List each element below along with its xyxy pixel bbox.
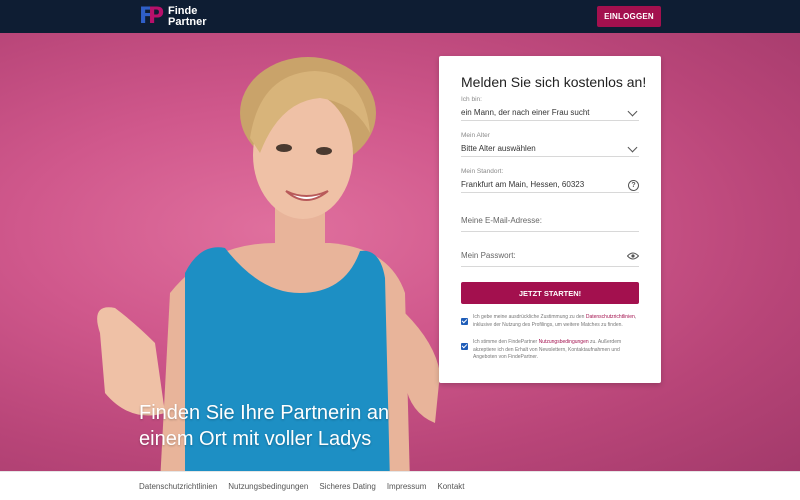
seeking-value: ein Mann, der nach einer Frau sucht bbox=[461, 108, 590, 117]
help-circle-icon[interactable]: ? bbox=[628, 179, 639, 191]
site-header: F P Finde Partner EINLOGGEN bbox=[0, 0, 800, 33]
privacy-checkbox[interactable] bbox=[461, 318, 468, 325]
hero-section: Finden Sie Ihre Partnerin an einem Ort m… bbox=[0, 33, 800, 471]
footer-link-safe-dating[interactable]: Sicheres Dating bbox=[319, 482, 375, 491]
footer-link-privacy[interactable]: Datenschutzrichtlinien bbox=[139, 482, 217, 491]
footer-link-imprint[interactable]: Impressum bbox=[387, 482, 427, 491]
login-button[interactable]: EINLOGGEN bbox=[597, 6, 661, 27]
location-field[interactable]: Mein Standort: Frankfurt am Main, Hessen… bbox=[461, 168, 639, 193]
email-placeholder: Meine E-Mail-Adresse: bbox=[461, 216, 542, 225]
site-footer: Datenschutzrichtlinien Nutzungsbedingung… bbox=[0, 471, 800, 500]
logo-line1: Finde bbox=[168, 4, 198, 17]
password-field[interactable]: Mein Passwort: bbox=[461, 246, 639, 267]
hero-headline: Finden Sie Ihre Partnerin an einem Ort m… bbox=[139, 402, 390, 450]
start-button[interactable]: JETZT STARTEN! bbox=[461, 282, 639, 304]
chevron-down-icon bbox=[627, 106, 638, 116]
footer-link-terms[interactable]: Nutzungsbedingungen bbox=[228, 482, 308, 491]
age-select[interactable]: Mein Alter Bitte Alter auswählen bbox=[461, 132, 639, 157]
logo-mark-icon: F P bbox=[139, 4, 165, 29]
signup-form: Melden Sie sich kostenlos an! Ich bin: e… bbox=[439, 56, 661, 383]
terms-checkbox[interactable] bbox=[461, 343, 468, 350]
eye-icon[interactable] bbox=[627, 252, 639, 260]
email-field[interactable]: Meine E-Mail-Adresse: bbox=[461, 211, 639, 232]
age-value: Bitte Alter auswählen bbox=[461, 144, 536, 153]
password-placeholder: Mein Passwort: bbox=[461, 251, 516, 260]
logo-text: Finde Partner bbox=[168, 4, 207, 28]
age-label: Mein Alter bbox=[461, 132, 490, 139]
terms-link[interactable]: Nutzungsbedingungen bbox=[539, 339, 589, 345]
logo-line2: Partner bbox=[168, 15, 207, 28]
privacy-link[interactable]: Datenschutzrichtlinien bbox=[586, 314, 635, 320]
footer-link-contact[interactable]: Kontakt bbox=[437, 482, 464, 491]
form-title: Melden Sie sich kostenlos an! bbox=[461, 74, 647, 90]
consent-privacy: Ich gebe meine ausdrückliche Zustimmung … bbox=[461, 314, 639, 329]
logo[interactable]: F P Finde Partner bbox=[139, 5, 207, 28]
seeking-select[interactable]: Ich bin: ein Mann, der nach einer Frau s… bbox=[461, 96, 639, 121]
location-label: Mein Standort: bbox=[461, 168, 504, 175]
consent-terms: Ich stimme den FindePartner Nutzungsbedi… bbox=[461, 339, 639, 362]
chevron-down-icon bbox=[627, 142, 638, 152]
seeking-label: Ich bin: bbox=[461, 96, 482, 103]
location-value: Frankfurt am Main, Hessen, 60323 bbox=[461, 180, 585, 189]
footer-nav: Datenschutzrichtlinien Nutzungsbedingung… bbox=[139, 482, 465, 491]
